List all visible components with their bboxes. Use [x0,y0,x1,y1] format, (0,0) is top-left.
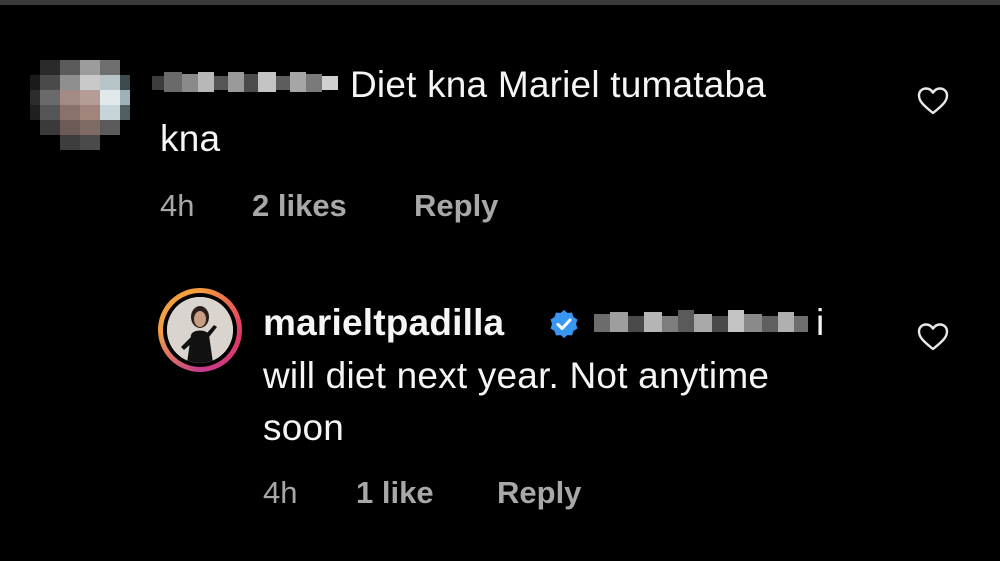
reply-text-line-3: soon [263,407,345,448]
top-divider [0,0,1000,5]
reply-reply-button[interactable]: Reply [497,473,581,513]
comment-likes-count[interactable]: 2 likes [252,186,347,226]
reply-avatar-story-ring[interactable] [158,288,242,372]
comment-text-line-2: kna [160,118,221,159]
reply-timestamp: 4h [263,475,298,510]
commenter-avatar-pixelated[interactable] [30,60,130,150]
reply-text-line-1-tail: i [816,302,825,343]
heart-outline-icon[interactable] [917,86,949,116]
comment-text-line-1: Diet kna Mariel tumataba [350,64,767,105]
comment-reply-button[interactable]: Reply [414,186,498,226]
commenter-username-blurred[interactable] [152,62,342,102]
heart-outline-icon[interactable] [917,322,949,352]
reply-username[interactable]: marieltpadilla [263,298,504,348]
reply-text-line-2: will diet next year. Not anytime [263,355,770,396]
comment-timestamp: 4h [160,188,195,223]
reply-likes-count[interactable]: 1 like [356,473,434,513]
reply-avatar-photo [167,297,233,363]
reply-mention-blurred[interactable] [594,302,808,342]
comments-screen: Diet kna Mariel tumataba kna 4h 2 likes … [0,0,1000,561]
verified-badge-icon [550,310,578,338]
